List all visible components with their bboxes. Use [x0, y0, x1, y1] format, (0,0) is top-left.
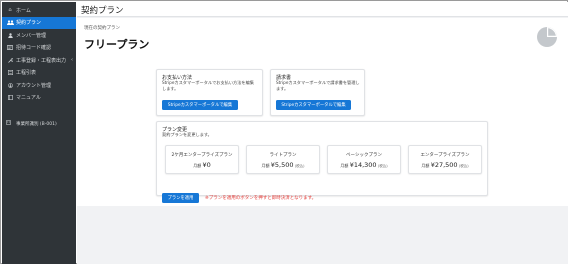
- sidebar-item-label: 工程引表: [16, 70, 37, 77]
- contract-plan-panel: 現在の契約プラン フリープラン お支払い方法 Stripeカスタマーポータルでお…: [77, 18, 568, 206]
- price-amount: ¥0: [202, 161, 211, 169]
- plan-option-light[interactable]: ライトプラン 月額 ¥5,500 (税込): [246, 145, 320, 174]
- plan-option-price: 月額 ¥5,500 (税込): [247, 161, 319, 169]
- sidebar-item-label: マニュアル: [16, 95, 41, 102]
- user-icon: [6, 33, 14, 38]
- sidebar-item-label: アカウント管理: [16, 82, 52, 89]
- price-amount: ¥5,500: [270, 161, 294, 169]
- invoice-portal-button[interactable]: Stripeカスタマーポータルで編集: [276, 100, 351, 110]
- sidebar-item-home[interactable]: ⌂ ホーム: [2, 4, 76, 17]
- office-identifier: 事業所識別 (B-001): [6, 119, 57, 127]
- price-tax: (税込): [377, 164, 388, 168]
- main-area: 契約プラン 現在の契約プラン フリープラン お支払い方法 Stripeカスタマー…: [77, 2, 568, 264]
- plan-option-price: 月額 ¥0: [166, 161, 238, 169]
- apply-plan-button[interactable]: プランを適用: [162, 193, 199, 203]
- sidebar-item-schedule[interactable]: 工程引表: [2, 67, 76, 80]
- sidebar-item-label: 契約プラン: [16, 20, 42, 27]
- price-prefix: 月額: [340, 163, 349, 168]
- payment-method-description: Stripeカスタマーポータルでお支払い方法を編集します。: [162, 80, 254, 91]
- plan-option-enterprise[interactable]: エンタープライズプラン 月額 ¥27,500 (税込): [408, 145, 482, 174]
- header: 契約プラン: [77, 2, 568, 17]
- sidebar-item-label: メンバー管理: [16, 32, 47, 39]
- office-label: 事業所識別 (B-001): [16, 121, 57, 127]
- users-icon: [6, 20, 14, 26]
- price-prefix: 月額: [193, 163, 202, 168]
- card-icon: [6, 45, 14, 51]
- invoice-description: Stripeカスタマーポータルで請求書を管理します。: [276, 80, 360, 91]
- user-circle-icon: [6, 82, 14, 88]
- payment-method-card: お支払い方法 Stripeカスタマーポータルでお支払い方法を編集します。 Str…: [156, 69, 263, 116]
- chevron-left-icon: ‹: [71, 57, 73, 64]
- price-tax: (税込): [294, 164, 305, 168]
- price-prefix: 月額: [421, 163, 430, 168]
- plan-option-name: エンタープライズプラン: [420, 153, 470, 158]
- sidebar-item-construction[interactable]: 工事登録・工程表出力 ‹: [2, 54, 76, 67]
- plan-option-price: 月額 ¥14,300 (税込): [328, 161, 400, 169]
- sidebar-item-account[interactable]: アカウント管理: [2, 79, 76, 92]
- sidebar-item-manual[interactable]: マニュアル: [2, 92, 76, 105]
- price-tax: (税込): [458, 164, 469, 168]
- price-amount: ¥14,300: [349, 161, 377, 169]
- plan-option-name: ベーシックプラン: [346, 153, 382, 158]
- sidebar-item-label: 招待コード確認: [16, 45, 52, 52]
- price-prefix: 月額: [261, 163, 270, 168]
- pie-chart-icon: [537, 27, 557, 47]
- book-icon: [6, 95, 14, 101]
- sidebar-item-contract-plan[interactable]: 契約プラン: [2, 16, 76, 29]
- payment-portal-button[interactable]: Stripeカスタマーポータルで編集: [162, 100, 238, 110]
- apply-plan-note: ※プランを適用のボタンを押すと即時決済となります。: [205, 196, 317, 201]
- plan-option-basic[interactable]: ベーシックプラン 月額 ¥14,300 (税込): [327, 145, 401, 174]
- plan-option-price: 月額 ¥27,500 (税込): [409, 161, 481, 169]
- price-amount: ¥27,500: [430, 161, 458, 169]
- building-icon: [6, 119, 14, 127]
- list-icon: [6, 70, 14, 76]
- page-title: 契約プラン: [81, 6, 124, 16]
- sidebar-item-label: ホーム: [16, 7, 31, 14]
- plan-option-name: 2ケ月エンタープライズプラン: [171, 153, 233, 158]
- sidebar-item-invite-code[interactable]: 招待コード確認: [2, 42, 76, 55]
- current-plan-label: 現在の契約プラン: [84, 26, 120, 31]
- plan-option-name: ライトプラン: [269, 153, 297, 158]
- current-plan-name: フリープラン: [84, 38, 150, 51]
- plan-option-2month-enterprise[interactable]: 2ケ月エンタープライズプラン 月額 ¥0: [165, 145, 239, 174]
- home-icon: ⌂: [8, 7, 12, 14]
- tools-icon: [6, 58, 14, 63]
- sidebar-item-members[interactable]: メンバー管理: [2, 29, 76, 42]
- sidebar: ⌂ ホーム 契約プラン メンバー管理 招待コード確認 工事登録・工程表出力 ‹ …: [2, 2, 76, 264]
- app-window: ⌂ ホーム 契約プラン メンバー管理 招待コード確認 工事登録・工程表出力 ‹ …: [0, 0, 568, 264]
- plan-change-subtitle: 契約プランを変更します。: [162, 132, 212, 137]
- sidebar-item-label: 工事登録・工程表出力: [16, 57, 67, 64]
- invoice-card: 請求書 Stripeカスタマーポータルで請求書を管理します。 Stripeカスタ…: [270, 69, 365, 116]
